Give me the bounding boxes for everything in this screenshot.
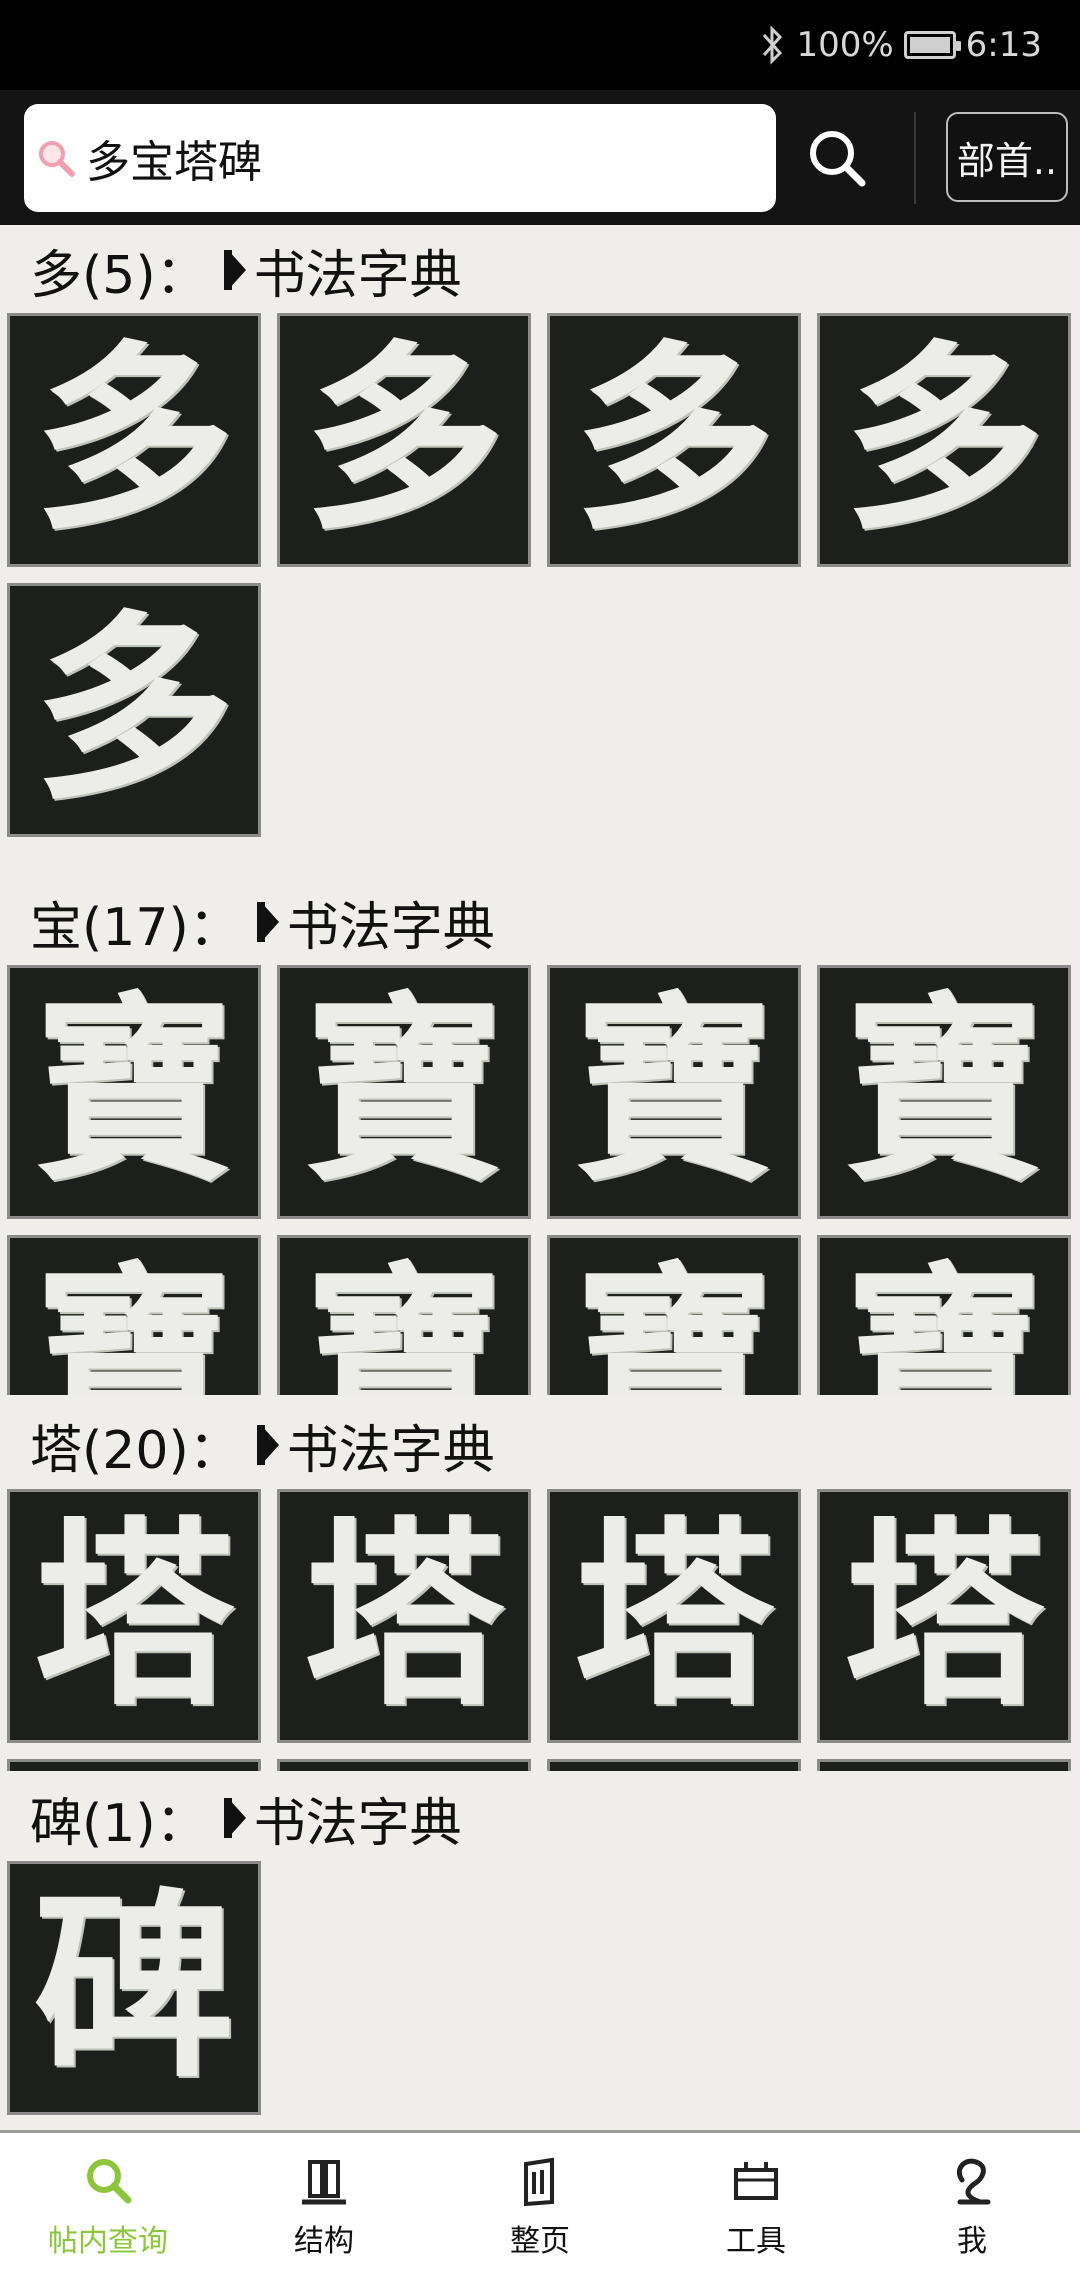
search-button[interactable]	[800, 108, 874, 208]
glyph-tile[interactable]: 多	[7, 313, 261, 567]
glyph-tile[interactable]: 寶	[7, 965, 261, 1219]
dictionary-link[interactable]: 书法字典	[287, 885, 495, 960]
glyph-tile[interactable]: 寶	[547, 965, 801, 1219]
nav-item-tools[interactable]: 工具	[648, 2133, 864, 2280]
glyph-tile[interactable]: 塔	[547, 1489, 801, 1743]
status-bar: 100% 6:13	[0, 0, 1080, 90]
section-count-label: 塔(20)：	[30, 1420, 241, 1481]
glyph-grid[interactable]: 寶 寶 寶 寶 寶 寶 寶 寶	[0, 965, 1080, 1395]
glyph-grid: 多 多 多 多 多	[0, 313, 1080, 853]
radical-index-button[interactable]: 部首..	[946, 112, 1068, 202]
structure-icon	[302, 2159, 346, 2204]
nav-label: 结构	[294, 2223, 354, 2259]
section-header: 宝(17)： 书法字典	[30, 882, 495, 962]
nav-label: 我	[957, 2223, 987, 2259]
search-header: 部首..	[0, 90, 1080, 225]
glyph-tile[interactable]: 塔	[7, 1489, 261, 1743]
profile-icon	[956, 2158, 991, 2204]
results-list[interactable]: 多(5)： 书法字典 多 多 多 多 多 宝(17)： 书法字典 寶 寶 寶 寶…	[0, 225, 1080, 2130]
section-header: 多(5)： 书法字典	[30, 230, 462, 310]
glyph-tile[interactable]: 多	[817, 313, 1071, 567]
search-input[interactable]	[86, 132, 726, 184]
nav-label: 工具	[726, 2223, 786, 2259]
nav-item-page[interactable]: 整页	[432, 2133, 648, 2280]
glyph-tile[interactable]: 塔	[277, 1759, 531, 1771]
glyph-tile[interactable]: 寶	[277, 965, 531, 1219]
section-count-label: 宝(17)：	[30, 897, 241, 958]
search-field-icon	[39, 141, 75, 177]
dictionary-link[interactable]: 书法字典	[254, 1781, 462, 1856]
glyph-tile[interactable]: 碑	[7, 1861, 261, 2115]
glyph-tile[interactable]: 塔	[817, 1759, 1071, 1771]
play-arrow-icon[interactable]	[223, 1794, 250, 1842]
header-divider	[914, 112, 916, 204]
bottom-nav: 帖内查询 结构 整页 工具 我	[0, 2130, 1080, 2280]
dictionary-link[interactable]: 书法字典	[287, 1408, 495, 1483]
clock: 6:13	[965, 25, 1042, 65]
glyph-tile[interactable]: 多	[277, 313, 531, 567]
section-header: 塔(20)： 书法字典	[30, 1405, 495, 1485]
page-icon	[524, 2157, 554, 2206]
search-icon	[810, 131, 866, 187]
section-count-label: 碑(1)：	[30, 1793, 208, 1854]
glyph-tile[interactable]: 寶	[277, 1235, 531, 1395]
glyph-tile[interactable]: 寶	[7, 1235, 261, 1395]
tools-icon	[734, 2161, 778, 2200]
battery-icon	[903, 31, 961, 59]
section-count-label: 多(5)：	[30, 245, 208, 306]
bluetooth-icon	[763, 25, 783, 65]
nav-label: 帖内查询	[48, 2223, 168, 2259]
battery-percent: 100%	[796, 25, 894, 65]
status-indicators: 100% 6:13	[760, 22, 1042, 68]
glyph-tile[interactable]: 多	[547, 313, 801, 567]
search-box[interactable]	[24, 104, 776, 212]
nav-item-profile[interactable]: 我	[864, 2133, 1080, 2280]
glyph-tile[interactable]: 塔	[547, 1759, 801, 1771]
glyph-tile[interactable]: 寶	[817, 1235, 1071, 1395]
nav-item-search[interactable]: 帖内查询	[0, 2133, 216, 2280]
glyph-tile[interactable]: 塔	[7, 1759, 261, 1771]
glyph-grid: 碑	[0, 1861, 1080, 2123]
nav-item-structure[interactable]: 结构	[216, 2133, 432, 2280]
glyph-tile[interactable]: 多	[7, 583, 261, 837]
glyph-tile[interactable]: 塔	[277, 1489, 531, 1743]
nav-label: 整页	[510, 2223, 570, 2259]
play-arrow-icon[interactable]	[256, 898, 283, 946]
glyph-tile[interactable]: 寶	[547, 1235, 801, 1395]
glyph-grid[interactable]: 塔 塔 塔 塔 塔 塔 塔 塔	[0, 1489, 1080, 1771]
glyph-tile[interactable]: 塔	[817, 1489, 1071, 1743]
play-arrow-icon[interactable]	[256, 1421, 283, 1469]
glyph-tile[interactable]: 寶	[817, 965, 1071, 1219]
section-header: 碑(1)： 书法字典	[30, 1778, 462, 1858]
search-icon	[87, 2158, 132, 2203]
play-arrow-icon[interactable]	[223, 246, 250, 294]
dictionary-link[interactable]: 书法字典	[254, 233, 462, 308]
